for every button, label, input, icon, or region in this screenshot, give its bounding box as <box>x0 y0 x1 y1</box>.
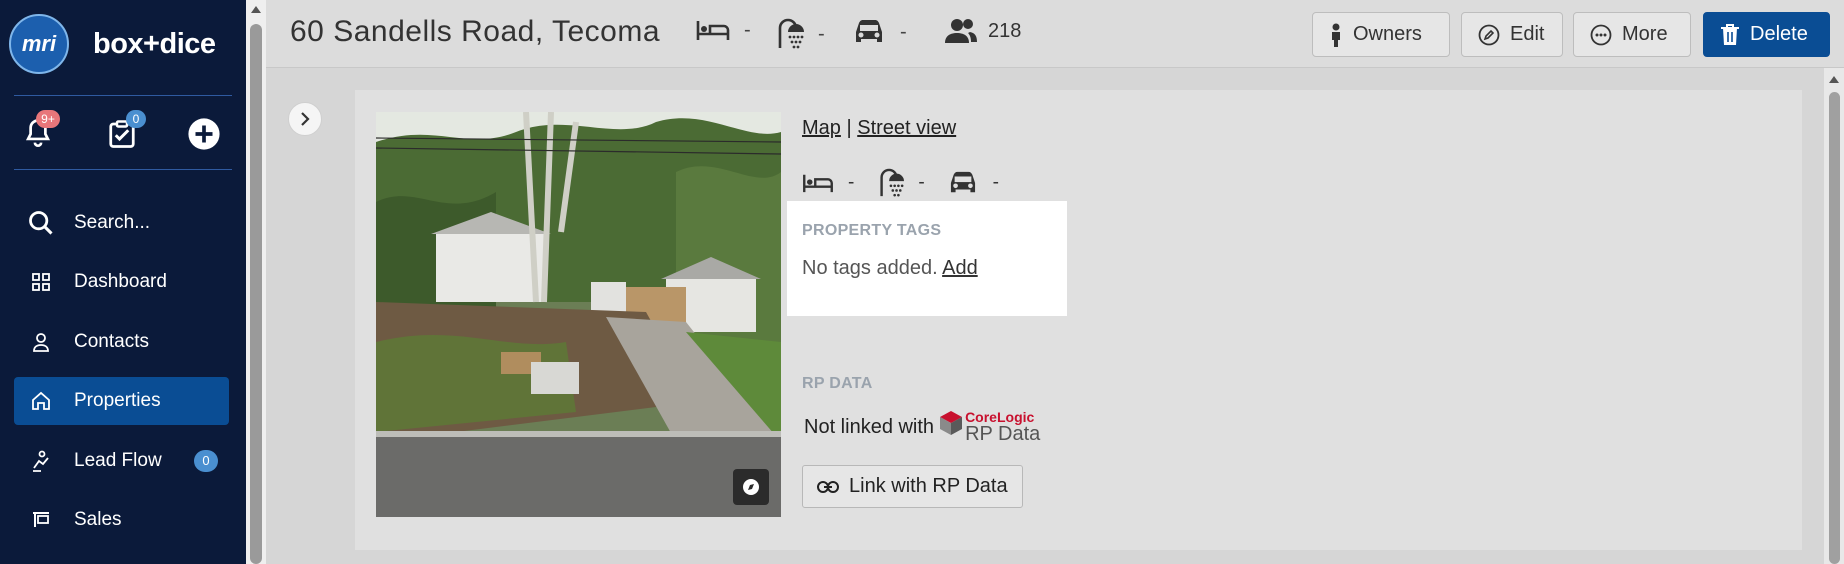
page-title: 60 Sandells Road, Tecoma <box>290 15 661 48</box>
rp-data-status: Not linked with CoreLogic RP Data <box>804 409 1041 445</box>
corelogic-logo: CoreLogic RP Data <box>939 410 1040 444</box>
street-view-link[interactable]: Street view <box>857 117 956 139</box>
sidebar-item-label: Search... <box>74 212 151 233</box>
main-scrollbar[interactable] <box>1824 68 1844 564</box>
car-icon <box>856 20 882 42</box>
property-features: - - - <box>802 168 1021 198</box>
pencil-icon <box>1478 24 1500 46</box>
property-tags-empty: No tags added. Add <box>802 257 978 279</box>
sidebar-item-label: Lead Flow <box>74 450 162 471</box>
lead-flow-count-badge: 0 <box>194 450 218 472</box>
compass-icon <box>743 479 759 495</box>
sidebar-item-label: Sales <box>74 509 122 530</box>
shower-icon <box>778 18 804 49</box>
edit-button[interactable]: Edit <box>1461 12 1563 57</box>
notifications-badge: 9+ <box>36 110 60 128</box>
sidebar-item-properties[interactable]: Properties <box>14 377 229 425</box>
main-content: Map | Street view - - - PROPERTY TAGS No… <box>266 68 1824 564</box>
link-icon <box>817 480 839 494</box>
street-view-image <box>376 112 781 517</box>
lead-flow-icon <box>24 450 58 472</box>
sidebar-item-lead-flow[interactable]: Lead Flow 0 <box>14 437 229 485</box>
sidebar: mri box+dice 9+ 0 Search... Dashboard Co… <box>0 0 246 564</box>
tasks-badge: 0 <box>126 110 146 128</box>
property-tags-panel: PROPERTY TAGS No tags added. Add <box>787 201 1067 316</box>
notifications-button[interactable]: 9+ <box>16 110 60 156</box>
map-link[interactable]: Map <box>802 117 841 139</box>
ellipsis-circle-icon <box>1590 24 1612 46</box>
mri-logo: mri <box>9 14 69 74</box>
add-button[interactable] <box>182 112 226 156</box>
sidebar-divider <box>14 95 232 96</box>
user-icon <box>24 332 58 352</box>
link-separator: | <box>846 117 852 139</box>
owners-button[interactable]: Owners <box>1312 12 1450 57</box>
chevron-right-icon <box>301 112 310 126</box>
header-baths: - <box>774 18 825 50</box>
delete-button[interactable]: Delete <box>1703 12 1830 57</box>
car-icon <box>950 171 975 193</box>
home-icon <box>24 391 58 411</box>
sidebar-item-contacts[interactable]: Contacts <box>14 318 229 366</box>
property-tags-title: PROPERTY TAGS <box>802 222 942 239</box>
link-rp-data-button[interactable]: Link with RP Data <box>802 465 1023 508</box>
sidebar-item-dashboard[interactable]: Dashboard <box>14 258 229 306</box>
scroll-up-arrow[interactable] <box>1829 76 1839 83</box>
brand[interactable]: mri box+dice <box>9 14 216 74</box>
expand-panel-button[interactable] <box>288 102 322 136</box>
more-button[interactable]: More <box>1573 12 1691 57</box>
person-icon <box>1329 23 1343 47</box>
grid-icon <box>24 273 58 291</box>
property-header: 60 Sandells Road, Tecoma - - - 218 Owner… <box>266 0 1844 68</box>
bed-icon <box>696 21 730 40</box>
scrollbar-thumb[interactable] <box>1829 92 1840 564</box>
sign-icon <box>24 510 58 530</box>
sidebar-item-label: Contacts <box>74 331 149 352</box>
header-contacts-count[interactable]: 218 <box>944 18 1021 44</box>
brand-name: box+dice <box>93 27 216 60</box>
rp-data-title: RP DATA <box>802 375 873 392</box>
users-icon <box>945 19 977 43</box>
scroll-up-arrow[interactable] <box>251 6 261 13</box>
header-cars: - <box>852 18 907 46</box>
quick-actions: 9+ 0 <box>0 110 246 158</box>
trash-icon <box>1720 23 1740 46</box>
property-summary-card: Map | Street view - - - PROPERTY TAGS No… <box>355 90 1802 550</box>
header-beds: - <box>696 18 751 42</box>
sidebar-scrollbar[interactable] <box>246 0 266 564</box>
plus-circle-icon <box>188 118 220 150</box>
bed-icon <box>803 174 833 193</box>
sidebar-item-sales[interactable]: Sales <box>14 496 229 544</box>
corelogic-cube-icon <box>940 411 963 435</box>
add-tag-link[interactable]: Add <box>942 257 978 279</box>
sidebar-item-label: Properties <box>74 390 161 411</box>
property-photo[interactable] <box>376 112 781 517</box>
map-links: Map | Street view <box>802 117 956 140</box>
shower-icon <box>880 168 905 197</box>
sidebar-item-label: Dashboard <box>74 271 167 292</box>
edit-photo-button[interactable] <box>733 469 769 505</box>
sidebar-item-search[interactable]: Search... <box>14 199 229 247</box>
search-icon <box>24 209 58 237</box>
sidebar-divider <box>14 169 232 170</box>
scrollbar-thumb[interactable] <box>250 24 262 564</box>
tasks-button[interactable]: 0 <box>100 110 146 156</box>
